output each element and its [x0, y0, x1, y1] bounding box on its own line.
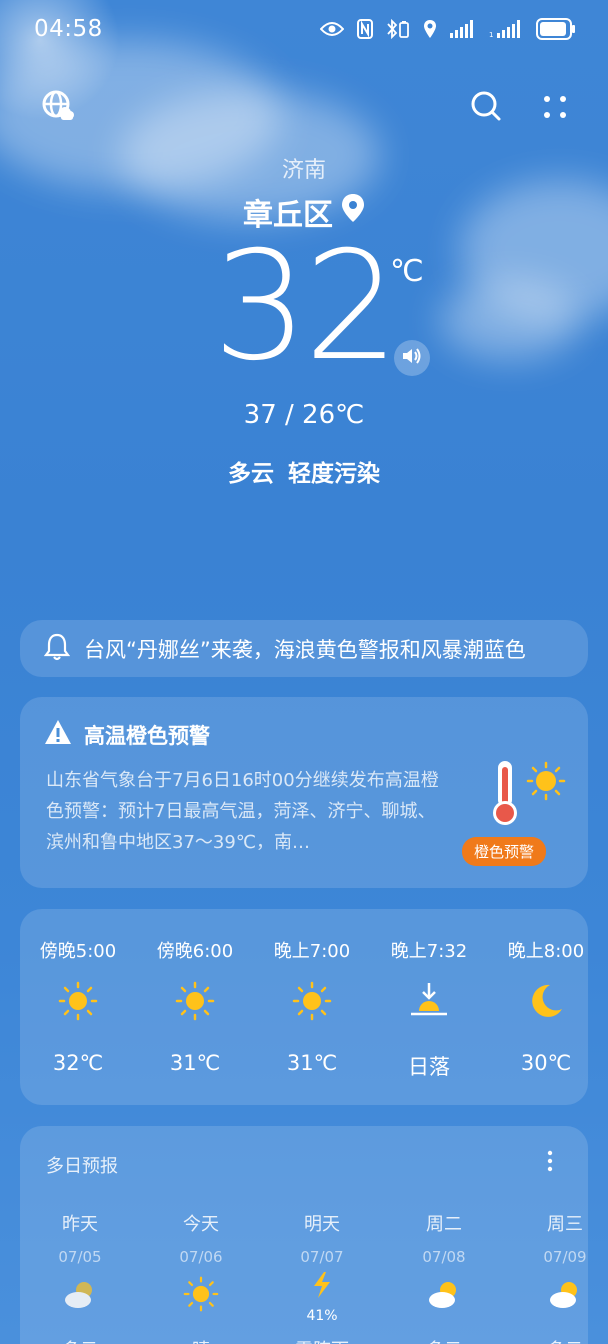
status-time: 04:58	[34, 16, 103, 42]
day-condition: 雷阵雨	[262, 1336, 382, 1344]
day-condition: 多云	[384, 1336, 504, 1344]
day-condition: 晴	[141, 1336, 261, 1344]
day-date: 07/08	[422, 1248, 466, 1266]
hour-temp: 31℃	[286, 1051, 338, 1075]
day-name: 昨天	[62, 1214, 98, 1235]
hour-time: 晚上7:32	[390, 941, 468, 962]
bluetooth-battery-icon	[386, 18, 410, 43]
ticker-text: 台风“丹娜丝”来袭，海浪黄色警报和风暴潮蓝色	[84, 637, 526, 662]
temperature-range: 37 / 26℃	[243, 400, 365, 430]
bell-icon	[43, 632, 71, 666]
partly-cloudy-icon	[62, 1276, 98, 1312]
day-name: 今天	[183, 1214, 219, 1235]
current-temperature: 32	[212, 220, 400, 394]
eye-icon	[319, 21, 345, 41]
daily-item[interactable]: 周二 07/08 多云	[384, 1210, 504, 1344]
moon-icon	[526, 981, 566, 1021]
svg-text:1: 1	[489, 31, 493, 38]
day-name: 周三	[547, 1214, 583, 1235]
location-icon	[423, 19, 437, 43]
daily-item[interactable]: 明天 07/07 41% 雷阵雨	[262, 1210, 382, 1344]
thunder-icon	[304, 1270, 340, 1306]
daily-forecast[interactable]: 多日预报 昨天 07/05 多云 今天 07/06 晴 明天 07/07 41%…	[20, 1126, 588, 1344]
hour-time: 晚上7:00	[273, 941, 351, 962]
search-icon[interactable]	[468, 88, 504, 124]
day-condition: 多云	[20, 1336, 140, 1344]
precipitation-chance: 41%	[306, 1308, 338, 1324]
daily-item[interactable]: 昨天 07/05 多云	[20, 1210, 140, 1344]
warning-level-badge: 橙色预警	[462, 837, 547, 866]
sunset-icon	[409, 981, 449, 1021]
thermometer-sun-icon	[476, 759, 572, 831]
day-date: 07/06	[179, 1248, 223, 1266]
signal-4g-icon: 1	[489, 20, 523, 42]
heat-warning-card[interactable]: 高温橙色预警 山东省气象台于7月6日16时00分继续发布高温橙色预警：预计7日最…	[20, 697, 588, 888]
condition-line: 多云 轻度污染	[0, 454, 608, 488]
sun-icon	[183, 1276, 219, 1312]
weather-condition: 多云	[228, 461, 274, 487]
hour-temp: 31℃	[169, 1051, 221, 1075]
signal-icon	[450, 20, 476, 42]
hour-time: 傍晚6:00	[156, 941, 234, 962]
city-name: 济南	[281, 158, 326, 183]
temperature-unit: ℃	[390, 254, 424, 289]
typhoon-alert-ticker[interactable]: 台风“丹娜丝”来袭，海浪黄色警报和风暴潮蓝色	[20, 620, 588, 677]
air-quality[interactable]: 轻度污染	[288, 461, 380, 487]
top-bar	[0, 84, 608, 128]
nfc-icon	[357, 19, 373, 43]
day-date: 07/07	[300, 1248, 344, 1266]
partly-cloudy-icon	[547, 1276, 583, 1312]
speaker-icon	[401, 346, 423, 370]
four-dot-menu-icon[interactable]	[538, 90, 572, 124]
globe-cloud-icon[interactable]	[40, 88, 76, 124]
hour-time: 晚上8:00	[507, 941, 585, 962]
hour-temp: 30℃	[520, 1051, 572, 1075]
day-name: 周二	[426, 1214, 462, 1235]
daily-item[interactable]: 今天 07/06 晴	[141, 1210, 261, 1344]
sun-icon	[58, 981, 98, 1021]
hour-temp: 32℃	[52, 1051, 104, 1075]
status-bar: 04:58 1	[0, 0, 608, 62]
daily-forecast-title: 多日预报	[46, 1156, 118, 1177]
sun-icon	[175, 981, 215, 1021]
more-vertical-icon[interactable]	[546, 1150, 554, 1176]
hour-time: 傍晚5:00	[39, 941, 117, 962]
partly-cloudy-icon	[426, 1276, 462, 1312]
voice-broadcast-button[interactable]	[394, 340, 430, 376]
day-condition: 多云	[505, 1336, 588, 1344]
warning-triangle-icon	[44, 719, 72, 750]
warning-body: 山东省气象台于7月6日16时00分继续发布高温橙色预警：预计7日最高气温，菏泽、…	[46, 770, 439, 853]
hour-temp: 日落	[408, 1055, 450, 1079]
sun-icon	[292, 981, 332, 1021]
day-name: 明天	[304, 1214, 340, 1235]
daily-item[interactable]: 周三 07/09 多云	[505, 1210, 588, 1344]
battery-icon	[536, 18, 576, 44]
day-date: 07/05	[58, 1248, 102, 1266]
warning-title: 高温橙色预警	[84, 723, 210, 748]
day-date: 07/09	[543, 1248, 587, 1266]
hourly-forecast[interactable]: 傍晚5:00 32℃ 傍晚6:00 31℃ 晚上7:00 31℃ 晚上7:32 …	[20, 909, 588, 1105]
